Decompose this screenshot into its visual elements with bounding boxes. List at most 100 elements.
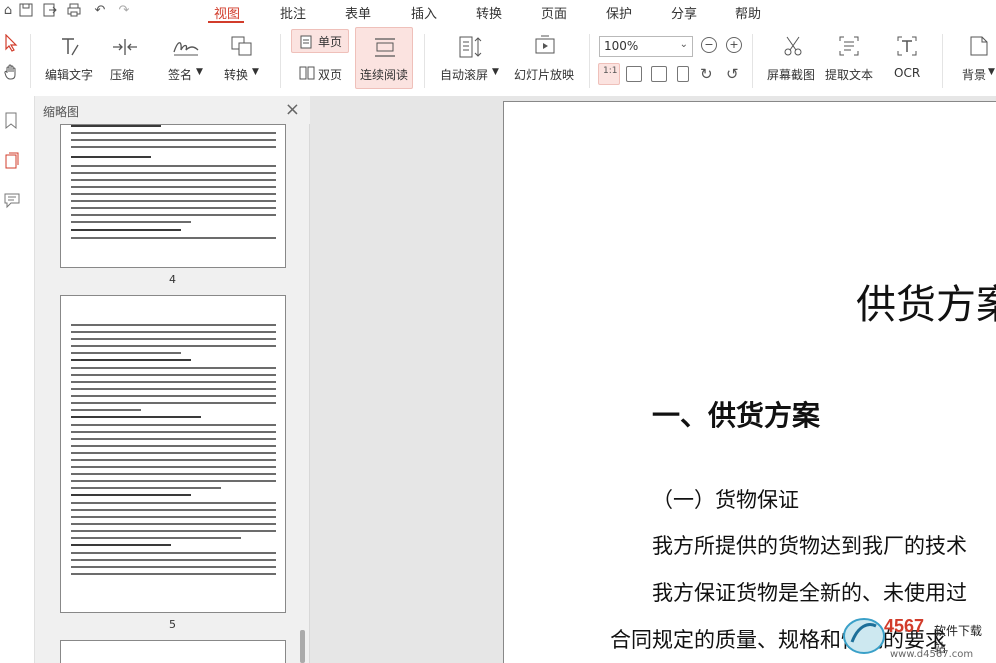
thumbnail-page-5[interactable]: [60, 295, 286, 613]
watermark-brand: 4567: [884, 616, 925, 636]
actual-size-button[interactable]: 1:1: [598, 63, 620, 85]
fit-page-icon[interactable]: [626, 66, 642, 82]
thumbnail-page-number: 5: [169, 618, 176, 631]
continuous-read-button[interactable]: 连续阅读: [355, 27, 413, 89]
separator: [280, 34, 281, 88]
actual-size-icon: 1:1: [603, 66, 618, 76]
tab-insert[interactable]: 插入: [411, 3, 437, 22]
sign-button[interactable]: 签名: [168, 66, 192, 83]
select-cursor-icon[interactable]: [4, 33, 18, 56]
thumbnail-page-number: 4: [169, 273, 176, 286]
separator: [942, 34, 943, 88]
separator: [752, 34, 753, 88]
zoom-in-icon[interactable]: +: [726, 37, 742, 53]
ocr-button[interactable]: OCR: [894, 66, 920, 80]
save-icon[interactable]: [18, 3, 34, 19]
thumb-text-line: [71, 381, 276, 383]
watermark-url: www.d4567.com: [890, 649, 974, 660]
thumb-text-line: [71, 530, 276, 532]
background-button[interactable]: 背景: [962, 66, 986, 83]
thumb-text-line: [71, 544, 171, 546]
redo-icon[interactable]: ↷: [116, 3, 132, 19]
single-page-label: 单页: [318, 35, 343, 49]
thumb-text-line: [71, 487, 221, 489]
extract-text-icon: [838, 35, 860, 61]
menu-bar: ⌂ ↶ ↷ 视图 批注 表单 插入 转换 页面 保护 分享 帮助: [0, 0, 996, 24]
screenshot-button[interactable]: 屏幕截图: [767, 66, 815, 83]
print-icon[interactable]: [66, 3, 82, 19]
thumb-text-line: [71, 523, 276, 525]
single-page-icon: [300, 34, 312, 53]
bookmark-icon[interactable]: [4, 112, 18, 134]
auto-scroll-button[interactable]: 自动滚屏: [440, 66, 488, 83]
close-icon[interactable]: ×: [285, 99, 300, 120]
tab-convert[interactable]: 转换: [476, 3, 502, 22]
thumb-text-line: [71, 331, 276, 333]
edit-text-button[interactable]: 编辑文字: [45, 66, 93, 83]
zoom-select[interactable]: 100% ⌄: [599, 36, 693, 57]
thumb-text-line: [71, 207, 276, 209]
tab-help[interactable]: 帮助: [735, 3, 761, 22]
thumb-text-line: [71, 214, 276, 216]
thumb-text-line: [71, 132, 276, 134]
open-icon[interactable]: ⌂: [0, 3, 16, 19]
thumb-text-line: [71, 537, 241, 539]
tab-page[interactable]: 页面: [541, 3, 567, 22]
edit-text-icon: [60, 36, 80, 62]
thumb-text-line: [71, 146, 276, 148]
ribbon-toolbar: 编辑文字 压缩 签名 ▼ 转换 ▼ 单页 双页 连续阅读 自动滚屏 ▼ 幻灯片放…: [0, 24, 996, 96]
thumbnail-page-6[interactable]: [60, 640, 286, 663]
chevron-down-icon[interactable]: ▼: [988, 67, 995, 77]
thumb-text-line: [71, 352, 181, 354]
separator: [589, 34, 590, 88]
thumbnail-page-4[interactable]: [60, 124, 286, 268]
tab-view[interactable]: 视图: [214, 3, 240, 22]
thumb-text-line: [71, 438, 276, 440]
thumb-text-line: [71, 416, 201, 418]
convert-button[interactable]: 转换: [224, 66, 248, 83]
zoom-value: 100%: [604, 39, 639, 53]
chevron-down-icon[interactable]: ▼: [196, 67, 203, 77]
thumbnail-panel-header: 缩略图 ×: [35, 96, 310, 124]
slideshow-button[interactable]: 幻灯片放映: [514, 66, 574, 83]
thumbnail-panel-title: 缩略图: [43, 105, 80, 119]
thumb-text-line: [71, 466, 276, 468]
separator: [30, 34, 31, 88]
extract-text-button[interactable]: 提取文本: [825, 66, 873, 83]
separator: [424, 34, 425, 88]
ocr-icon: [896, 35, 918, 61]
tab-share[interactable]: 分享: [671, 3, 697, 22]
thumb-text-line: [71, 221, 191, 223]
compress-button[interactable]: 压缩: [110, 66, 134, 83]
convert-icon: [230, 35, 254, 61]
slideshow-icon: [534, 35, 556, 61]
zoom-out-icon[interactable]: −: [701, 37, 717, 53]
tab-annotate[interactable]: 批注: [280, 3, 306, 22]
thumb-text-line: [71, 402, 276, 404]
fit-height-icon[interactable]: [677, 66, 689, 82]
rotate-right-icon[interactable]: ↻: [700, 65, 713, 83]
tab-form[interactable]: 表单: [345, 3, 371, 22]
thumb-text-line: [71, 156, 151, 158]
fit-width-icon[interactable]: [651, 66, 667, 82]
thumbnail-panel-icon[interactable]: [4, 152, 20, 174]
left-icon-strip: [0, 96, 35, 663]
tab-protect[interactable]: 保护: [606, 3, 632, 22]
thumb-text-line: [71, 374, 276, 376]
chevron-down-icon[interactable]: ▼: [252, 67, 259, 77]
undo-icon[interactable]: ↶: [92, 3, 108, 19]
thumb-text-line: [71, 424, 276, 426]
thumb-text-line: [71, 516, 276, 518]
document-title: 供货方案: [856, 282, 996, 328]
comment-icon[interactable]: [4, 192, 20, 214]
auto-scroll-icon: [458, 35, 484, 63]
background-icon: [968, 35, 990, 61]
thumbnail-scrollbar[interactable]: [300, 630, 305, 663]
rotate-left-icon[interactable]: ↺: [726, 65, 739, 83]
chevron-down-icon: ⌄: [679, 39, 688, 50]
hand-tool-icon[interactable]: [3, 64, 19, 84]
export-icon[interactable]: [42, 3, 58, 19]
double-page-button[interactable]: 双页: [318, 66, 342, 83]
chevron-down-icon[interactable]: ▼: [492, 67, 499, 77]
single-page-button[interactable]: 单页: [291, 29, 349, 53]
